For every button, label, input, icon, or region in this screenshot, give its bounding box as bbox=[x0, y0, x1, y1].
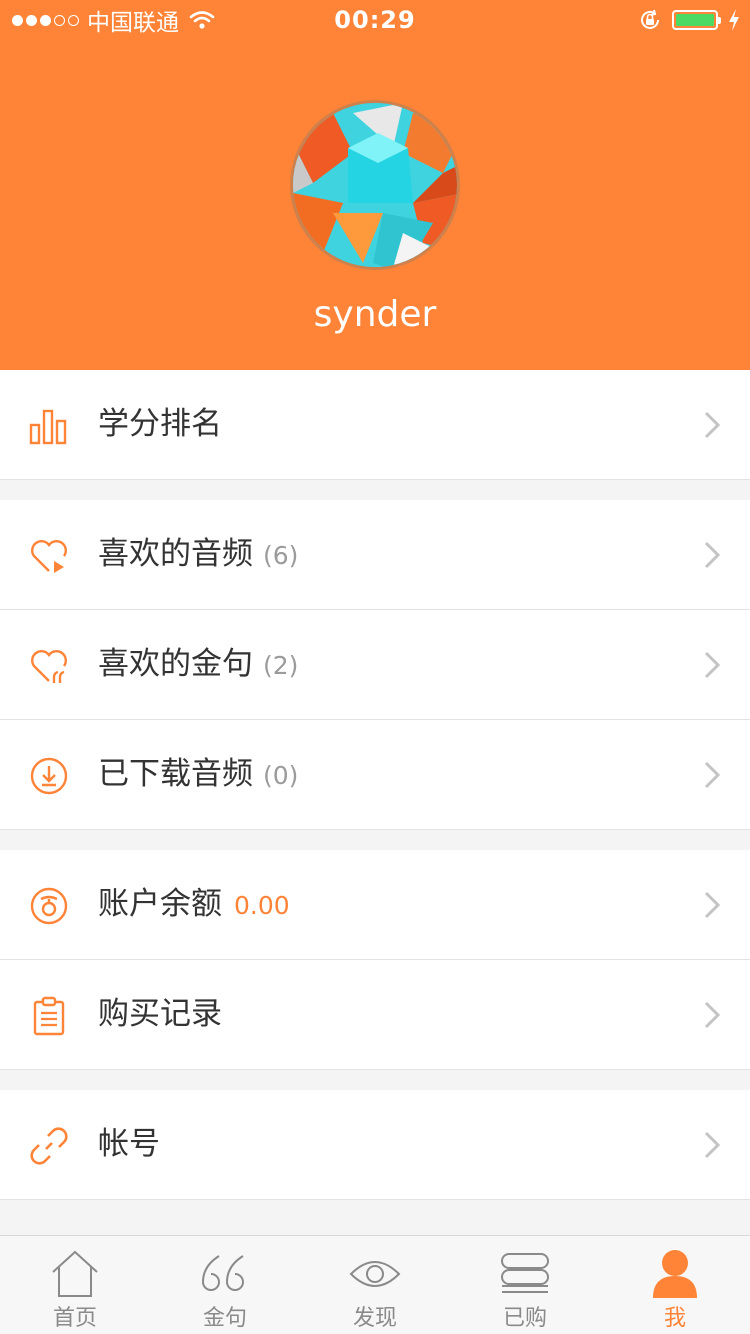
tab-quotes[interactable]: 金句 bbox=[150, 1236, 300, 1334]
chevron-right-icon bbox=[704, 1001, 721, 1029]
menu-item-purchase-history[interactable]: 购买记录 bbox=[0, 960, 750, 1070]
liked-quotes-count: (2) bbox=[263, 651, 299, 680]
person-icon bbox=[653, 1250, 697, 1298]
tab-home[interactable]: 首页 bbox=[0, 1236, 150, 1334]
menu-label: 购买记录 bbox=[98, 996, 222, 1032]
tab-label: 金句 bbox=[202, 1306, 247, 1331]
menu-item-balance[interactable]: 账户余额 0.00 bbox=[0, 850, 750, 960]
avatar[interactable] bbox=[290, 100, 460, 270]
download-icon bbox=[30, 757, 68, 795]
charging-bolt-icon bbox=[729, 9, 739, 31]
chevron-right-icon bbox=[704, 541, 721, 569]
menu-label: 已下载音频 bbox=[98, 756, 253, 792]
chevron-right-icon bbox=[704, 761, 721, 789]
tab-discover[interactable]: 发现 bbox=[300, 1236, 450, 1334]
tab-label: 发现 bbox=[352, 1306, 397, 1331]
coin-icon bbox=[30, 887, 68, 925]
link-icon bbox=[30, 1127, 68, 1165]
profile-header: 中国联通 00:29 synder bbox=[0, 0, 750, 370]
chevron-right-icon bbox=[704, 411, 721, 439]
liked-audio-count: (6) bbox=[263, 541, 299, 570]
status-bar: 中国联通 00:29 bbox=[0, 0, 750, 40]
heart-play-icon bbox=[31, 540, 67, 573]
battery-icon bbox=[672, 10, 721, 30]
bar-chart-icon bbox=[29, 409, 67, 445]
tab-me[interactable]: 我 bbox=[600, 1236, 750, 1334]
menu-label: 学分排名 bbox=[98, 406, 222, 442]
menu-label: 帐号 bbox=[98, 1126, 160, 1162]
home-icon bbox=[52, 1250, 98, 1297]
menu-item-liked-quotes[interactable]: 喜欢的金句 (2) bbox=[0, 610, 750, 720]
eye-icon bbox=[349, 1261, 401, 1287]
tab-label: 已购 bbox=[502, 1306, 547, 1331]
menu-label: 账户余额 bbox=[98, 886, 222, 922]
quote-icon bbox=[201, 1255, 244, 1291]
chevron-right-icon bbox=[704, 891, 721, 919]
tab-purchased[interactable]: 已购 bbox=[450, 1236, 600, 1334]
tab-bar: 首页 金句 发现 已购 我 bbox=[0, 1235, 750, 1334]
menu-item-liked-audio[interactable]: 喜欢的音频 (6) bbox=[0, 500, 750, 610]
menu-label: 喜欢的音频 bbox=[98, 536, 253, 572]
tab-label: 首页 bbox=[52, 1306, 97, 1331]
username: synder bbox=[313, 294, 437, 335]
chevron-right-icon bbox=[704, 1131, 721, 1159]
tab-label: 我 bbox=[663, 1306, 686, 1331]
rotation-lock-icon bbox=[641, 9, 659, 29]
downloaded-audio-count: (0) bbox=[263, 761, 299, 790]
menu-label: 喜欢的金句 bbox=[98, 646, 253, 682]
menu-item-downloaded-audio[interactable]: 已下载音频 (0) bbox=[0, 720, 750, 830]
balance-amount: 0.00 bbox=[234, 891, 290, 920]
clipboard-icon bbox=[33, 996, 65, 1036]
menu-item-ranking[interactable]: 学分排名 bbox=[0, 370, 750, 480]
chevron-right-icon bbox=[704, 651, 721, 679]
heart-quote-icon bbox=[31, 650, 67, 683]
menu-item-account[interactable]: 帐号 bbox=[0, 1090, 750, 1200]
books-icon bbox=[501, 1253, 549, 1293]
